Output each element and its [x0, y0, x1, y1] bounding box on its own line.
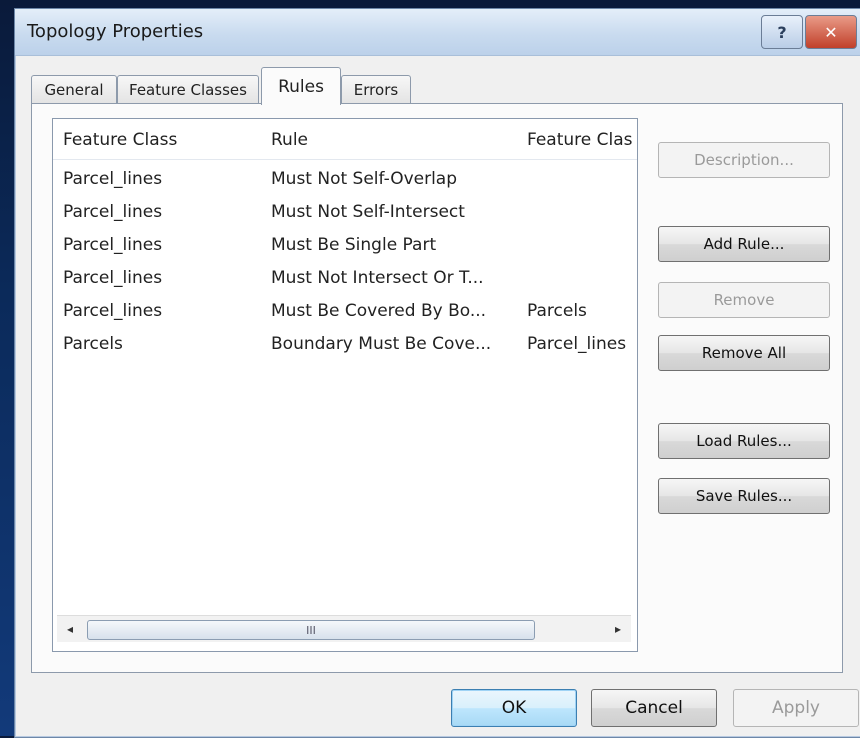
close-button[interactable]: ✕ [805, 15, 857, 49]
horizontal-scrollbar[interactable]: ◂ III ▸ [57, 615, 631, 642]
cell-feature-class-2: Parcel_lines [527, 334, 627, 354]
window-title: Topology Properties [27, 21, 204, 42]
scrollbar-thumb[interactable]: III [87, 620, 535, 640]
column-header-feature-class[interactable]: Feature Class [63, 130, 253, 150]
rules-tab-panel: Feature Class Rule Feature Clas Parcel_l… [31, 103, 843, 673]
add-rule-button[interactable]: Add Rule... [658, 226, 830, 262]
topology-properties-dialog: Topology Properties ? ✕ General Feature … [14, 8, 860, 738]
tab-general[interactable]: General [31, 75, 117, 104]
table-row[interactable]: Parcel_lines Must Be Covered By Bo... Pa… [53, 297, 637, 327]
scrollbar-grip: III [306, 623, 316, 637]
cell-feature-class: Parcels [63, 334, 123, 354]
description-button[interactable]: Description... [658, 142, 830, 178]
rules-list[interactable]: Feature Class Rule Feature Clas Parcel_l… [52, 118, 638, 652]
load-rules-button[interactable]: Load Rules... [658, 423, 830, 459]
cell-feature-class: Parcel_lines [63, 235, 163, 255]
cell-feature-class: Parcel_lines [63, 301, 163, 321]
cell-feature-class: Parcel_lines [63, 268, 163, 288]
column-header-feature-class-2[interactable]: Feature Clas [527, 130, 637, 150]
save-rules-button[interactable]: Save Rules... [658, 478, 830, 514]
cell-rule: Must Be Single Part [271, 235, 437, 255]
scroll-right-icon[interactable]: ▸ [609, 620, 627, 638]
column-header-rule[interactable]: Rule [271, 130, 521, 150]
cell-rule: Must Not Self-Intersect [271, 202, 465, 222]
ok-button[interactable]: OK [451, 689, 577, 727]
remove-button[interactable]: Remove [658, 282, 830, 318]
cell-rule: Must Be Covered By Bo... [271, 301, 487, 321]
help-button[interactable]: ? [761, 15, 803, 49]
scroll-left-icon[interactable]: ◂ [61, 620, 79, 638]
cell-feature-class: Parcel_lines [63, 202, 163, 222]
cell-feature-class: Parcel_lines [63, 169, 163, 189]
table-row[interactable]: Parcel_lines Must Not Self-Intersect [53, 198, 637, 228]
cell-rule: Must Not Intersect Or T... [271, 268, 484, 288]
cell-rule: Must Not Self-Overlap [271, 169, 458, 189]
tab-rules[interactable]: Rules [261, 67, 341, 105]
cancel-button[interactable]: Cancel [591, 689, 717, 727]
remove-all-button[interactable]: Remove All [658, 335, 830, 371]
table-row[interactable]: Parcel_lines Must Be Single Part [53, 231, 637, 261]
cell-feature-class-2: Parcels [527, 301, 587, 321]
rules-list-header: Feature Class Rule Feature Clas [53, 119, 637, 160]
table-row[interactable]: Parcel_lines Must Not Self-Overlap [53, 165, 637, 195]
table-row[interactable]: Parcel_lines Must Not Intersect Or T... [53, 264, 637, 294]
table-row[interactable]: Parcels Boundary Must Be Cove... Parcel_… [53, 330, 637, 360]
tab-errors[interactable]: Errors [341, 75, 411, 104]
title-bar[interactable]: Topology Properties ? ✕ [15, 9, 860, 56]
apply-button[interactable]: Apply [733, 689, 859, 727]
tab-feature-classes[interactable]: Feature Classes [117, 75, 259, 104]
cell-rule: Boundary Must Be Cove... [271, 334, 492, 354]
